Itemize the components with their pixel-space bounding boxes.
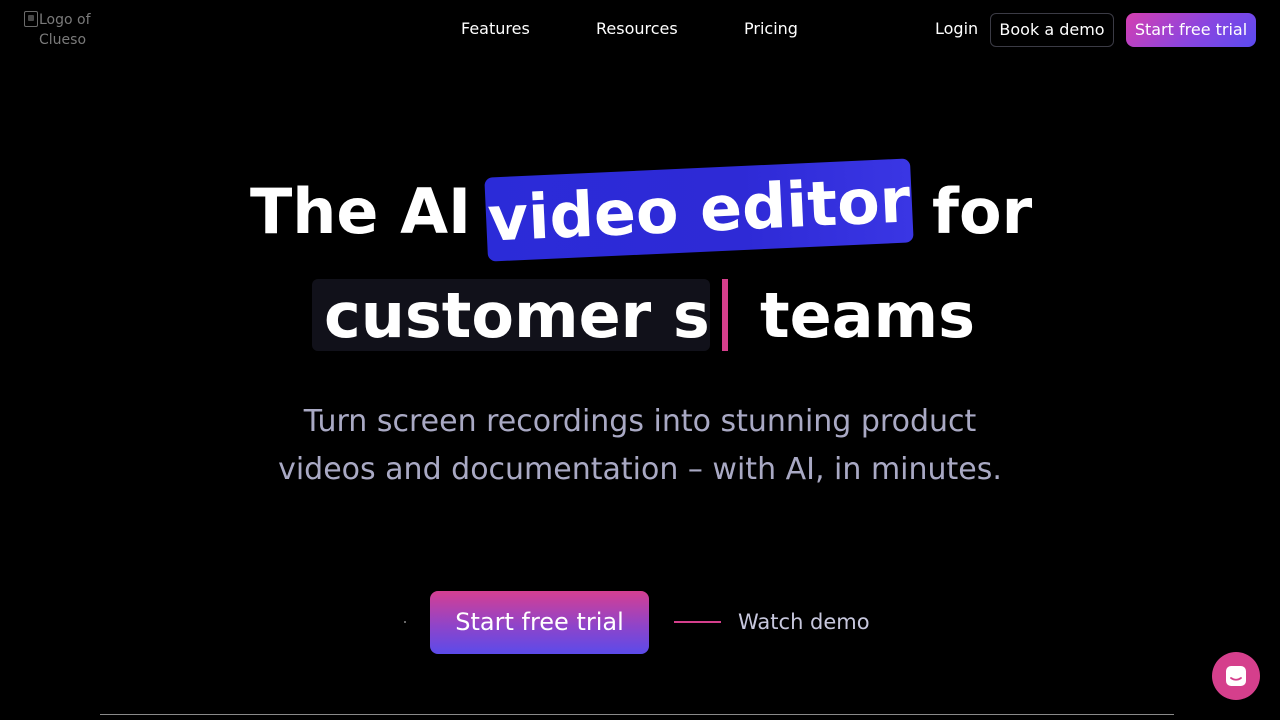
book-demo-button[interactable]: Book a demo <box>990 13 1114 47</box>
login-link[interactable]: Login <box>935 18 978 40</box>
chat-bubble-icon <box>1226 666 1246 686</box>
logo-alt-text: Logo of Clueso <box>39 12 91 48</box>
headline-the-ai: The AI <box>250 175 472 248</box>
decorative-dot <box>404 621 406 623</box>
broken-image-icon <box>24 11 38 27</box>
headline-for: for <box>932 175 1033 248</box>
headline-highlight: video editor <box>484 158 914 262</box>
logo[interactable]: Logo of Clueso <box>24 10 114 50</box>
start-free-trial-nav-button[interactable]: Start free trial <box>1126 13 1256 47</box>
watch-demo-link[interactable]: Watch demo <box>738 607 870 637</box>
start-free-trial-button[interactable]: Start free trial <box>430 591 649 654</box>
hero-subtitle: Turn screen recordings into stunning pro… <box>278 404 1002 487</box>
watch-demo-line <box>674 621 721 623</box>
typewriter-cursor <box>722 279 728 351</box>
top-nav: Logo of Clueso Features Resources Pricin… <box>0 0 1280 60</box>
headline-highlight-text: video editor <box>486 163 912 256</box>
video-preview-frame <box>100 714 1174 716</box>
headline-teams: teams <box>760 279 976 352</box>
typewriter-text: customer s <box>324 279 710 352</box>
nav-link-pricing[interactable]: Pricing <box>744 18 798 40</box>
chat-launcher-button[interactable] <box>1212 652 1260 700</box>
nav-link-features[interactable]: Features <box>461 18 530 40</box>
nav-link-resources[interactable]: Resources <box>596 18 678 40</box>
